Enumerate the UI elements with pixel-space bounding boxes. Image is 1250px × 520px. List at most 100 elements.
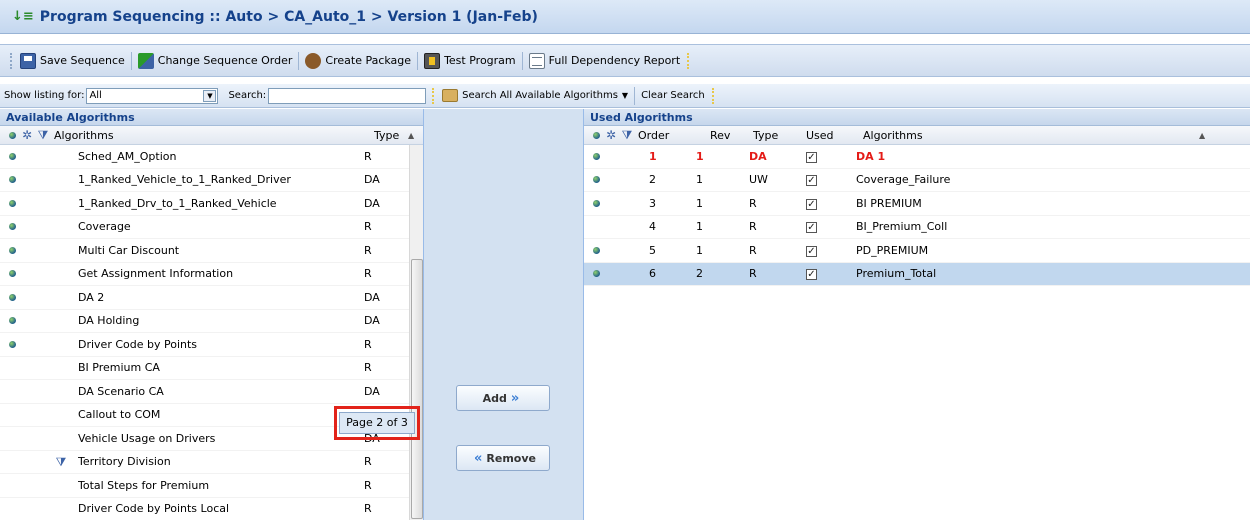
filter-placeholder: [52, 361, 70, 375]
algorithm-name: Driver Code by Points Local: [78, 502, 230, 516]
status-dot-icon: [4, 291, 20, 304]
list-item[interactable]: DA Holding DA: [0, 310, 423, 333]
list-item[interactable]: DA Scenario CA DA: [0, 380, 423, 404]
available-scrollbar[interactable]: [409, 145, 423, 520]
full-dependency-report-button[interactable]: Full Dependency Report: [526, 52, 684, 69]
list-item[interactable]: Driver Code by Points Local R: [0, 498, 423, 520]
filter-icon[interactable]: ⧩: [36, 128, 50, 142]
used-checkbox[interactable]: ✓: [806, 198, 817, 210]
filter-icon[interactable]: ⧩: [620, 128, 634, 142]
filter-placeholder: [52, 267, 70, 281]
search-all-button[interactable]: Search All Available Algorithms ▼: [439, 89, 631, 102]
algorithm-name: Sched_AM_Option: [78, 149, 177, 163]
table-row[interactable]: 2 1 UW ✓ Coverage_Failure: [584, 169, 1250, 192]
test-program-button[interactable]: Test Program: [421, 52, 519, 69]
toolbar-separator: [417, 51, 419, 70]
type-cell: R: [749, 243, 757, 257]
filter-placeholder: [52, 243, 70, 257]
list-item[interactable]: DA 2 DA: [0, 286, 423, 310]
rev-cell: 2: [696, 267, 703, 281]
list-item[interactable]: Driver Code by Points R: [0, 333, 423, 357]
report-icon: [528, 52, 545, 69]
status-dot-icon: [4, 314, 20, 327]
algorithm-name: Territory Division: [78, 455, 171, 469]
show-listing-label: Show listing for:: [4, 90, 85, 101]
order-cell: 3: [649, 196, 656, 210]
filter-icon: ⧩: [55, 454, 67, 469]
status-dot-icon: [588, 244, 604, 257]
algorithm-name: Driver Code by Points: [78, 337, 198, 351]
algorithm-name: 1_Ranked_Drv_to_1_Ranked_Vehicle: [78, 196, 277, 210]
available-algorithms-title: Available Algorithms: [0, 109, 423, 126]
table-row[interactable]: 1 1 DA ✓ DA 1: [584, 145, 1250, 169]
add-button[interactable]: Add »: [456, 385, 550, 411]
type-column-header[interactable]: Type: [374, 129, 408, 142]
algorithms-column-header[interactable]: Algorithms: [863, 129, 1199, 142]
list-item[interactable]: 1_Ranked_Drv_to_1_Ranked_Vehicle DA: [0, 192, 423, 216]
show-listing-select[interactable]: All ▼: [86, 87, 219, 104]
save-sequence-button[interactable]: Save Sequence: [17, 52, 128, 69]
filter-placeholder: [52, 149, 70, 163]
status-dot-header-icon[interactable]: [4, 129, 20, 142]
type-column-header[interactable]: Type: [753, 129, 806, 142]
used-checkbox[interactable]: ✓: [806, 175, 817, 187]
table-row[interactable]: 4 1 R ✓ BI_Premium_Coll: [584, 216, 1250, 239]
page-indicator: Page 2 of 3: [339, 412, 415, 434]
rev-column-header[interactable]: Rev: [710, 129, 753, 142]
filter-placeholder: [52, 173, 70, 187]
used-checkbox[interactable]: ✓: [806, 245, 817, 257]
chevron-down-icon[interactable]: ▼: [203, 89, 217, 102]
algorithm-name: DA 2: [78, 290, 105, 304]
table-row[interactable]: 3 1 R ✓ BI PREMIUM: [584, 192, 1250, 216]
list-item[interactable]: Multi Car Discount R: [0, 239, 423, 263]
create-package-button[interactable]: Create Package: [302, 52, 414, 69]
list-item[interactable]: ⧩ Territory Division R: [0, 451, 423, 474]
search-input[interactable]: [268, 87, 427, 104]
list-item[interactable]: Total Steps for Premium R: [0, 474, 423, 498]
list-item[interactable]: Get Assignment Information R: [0, 263, 423, 286]
status-dot-icon: [588, 197, 604, 210]
order-column-header[interactable]: Order: [638, 129, 710, 142]
list-item[interactable]: Sched_AM_Option R: [0, 145, 423, 169]
used-column-header[interactable]: Used: [806, 129, 863, 142]
filter-placeholder: [52, 502, 70, 516]
available-algorithms-panel: Available Algorithms ✲ ⧩ Algorithms Type…: [0, 109, 424, 520]
algorithm-type: DA: [364, 290, 380, 304]
used-algorithms-title: Used Algorithms: [584, 109, 1250, 126]
algorithm-type: R: [364, 149, 372, 163]
rev-cell: 1: [696, 243, 703, 257]
used-checkbox[interactable]: ✓: [806, 269, 817, 281]
filter-placeholder: [52, 384, 70, 398]
used-cell: ✓: [806, 173, 856, 187]
package-icon: [305, 52, 322, 69]
status-dot-icon: [4, 197, 20, 210]
settings-cog-icon[interactable]: ✲: [604, 128, 618, 142]
table-row[interactable]: 5 1 R ✓ PD_PREMIUM: [584, 239, 1250, 263]
scrollbar-thumb[interactable]: [411, 259, 423, 519]
used-cell: ✓: [806, 197, 856, 210]
page-indicator-highlight: Page 2 of 3: [334, 406, 420, 440]
double-chevron-right-icon: »: [510, 390, 520, 406]
algorithm-type: DA: [364, 314, 380, 328]
double-chevron-left-icon: «: [474, 450, 483, 466]
list-item[interactable]: 1_Ranked_Vehicle_to_1_Ranked_Driver DA: [0, 169, 423, 192]
status-dot-header-icon[interactable]: [588, 129, 604, 142]
algorithms-column-header[interactable]: Algorithms: [54, 129, 374, 142]
algorithm-type: DA: [364, 384, 380, 398]
filter-placeholder: [52, 290, 70, 304]
algorithm-type: R: [364, 361, 372, 375]
list-item[interactable]: BI Premium CA R: [0, 357, 423, 380]
clear-search-button[interactable]: Clear Search: [638, 90, 708, 101]
save-icon: [20, 52, 36, 69]
status-dot-icon: [4, 150, 20, 163]
algorithm-type: R: [364, 478, 372, 492]
change-sequence-order-button[interactable]: Change Sequence Order: [135, 52, 296, 69]
used-checkbox[interactable]: ✓: [806, 151, 817, 163]
table-row[interactable]: 6 2 R ✓ Premium_Total: [584, 262, 1250, 286]
list-item[interactable]: Coverage R: [0, 216, 423, 239]
settings-cog-icon[interactable]: ✲: [20, 128, 34, 142]
remove-button[interactable]: « Remove: [456, 445, 550, 471]
algorithm-name: PD_PREMIUM: [856, 243, 929, 257]
status-dot-icon: [588, 150, 604, 163]
used-checkbox[interactable]: ✓: [806, 222, 817, 234]
